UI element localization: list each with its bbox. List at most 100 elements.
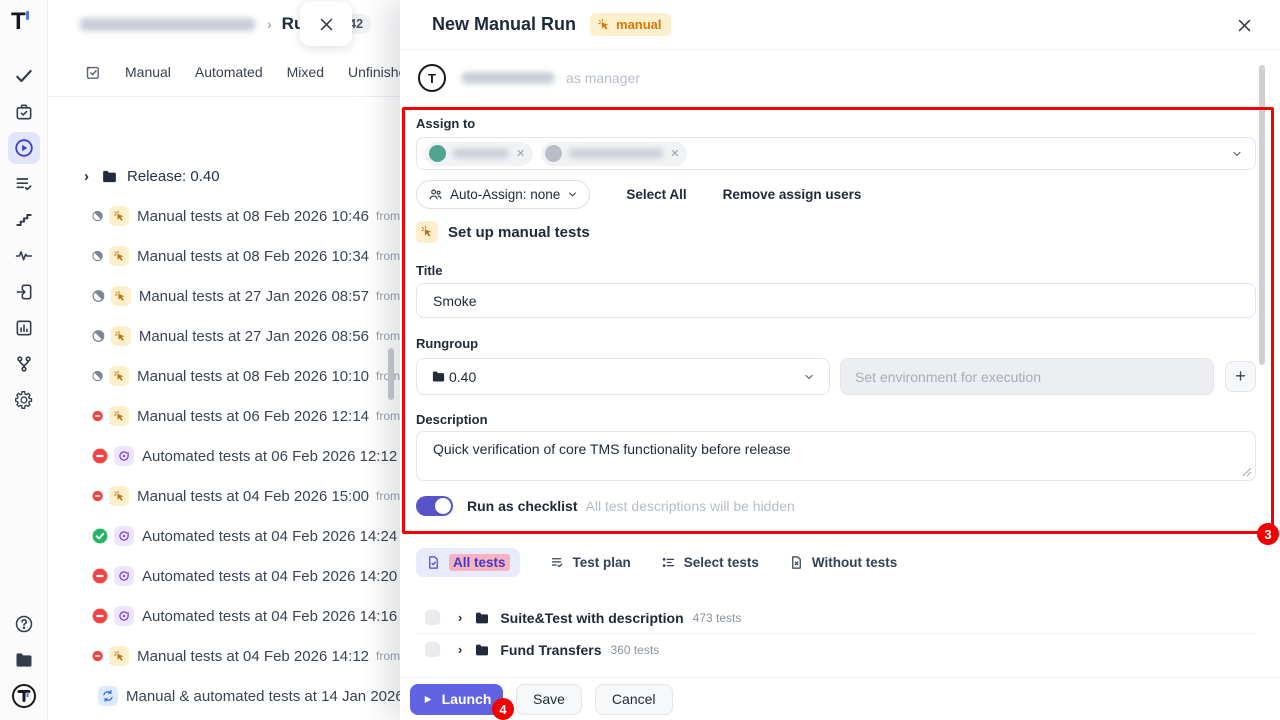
assignee-chip[interactable]: ✕ bbox=[541, 142, 687, 166]
gear-icon[interactable] bbox=[8, 384, 40, 416]
environment-placeholder: Set environment for execution bbox=[855, 369, 1041, 385]
modal-scrollbar[interactable] bbox=[1259, 65, 1265, 365]
tests-tree: ›Suite&Test with description473 tests›Fu… bbox=[416, 602, 1256, 665]
logo-accent bbox=[26, 11, 29, 20]
check-icon[interactable] bbox=[8, 60, 40, 92]
resize-handle-icon[interactable] bbox=[1242, 467, 1252, 477]
modal-close-button[interactable] bbox=[1234, 15, 1254, 35]
rungroup-select[interactable]: 0.40 bbox=[416, 358, 830, 395]
task-bag-check-icon[interactable] bbox=[8, 96, 40, 128]
failed-status-icon bbox=[92, 608, 108, 624]
tab-select-tests[interactable]: Select tests bbox=[661, 555, 759, 570]
breadcrumb-separator: › bbox=[267, 16, 272, 32]
run-row[interactable]: Automated tests at 06 Feb 2026 12:12 bbox=[48, 436, 400, 476]
assignee-chip[interactable]: ✕ bbox=[425, 142, 533, 166]
checklist-label: Run as checklist bbox=[467, 498, 578, 514]
description-textarea[interactable]: Quick verification of core TMS functiona… bbox=[416, 431, 1256, 481]
bar-chart-icon[interactable] bbox=[8, 312, 40, 344]
run-row[interactable]: Manual tests at 08 Feb 2026 10:46from bbox=[48, 196, 400, 236]
remove-chip-icon[interactable]: ✕ bbox=[516, 147, 525, 160]
manual-cursor-icon bbox=[597, 18, 611, 32]
run-type-icon bbox=[109, 406, 129, 426]
chevron-down-icon bbox=[1231, 148, 1243, 160]
git-branch-icon[interactable] bbox=[8, 348, 40, 380]
save-label: Save bbox=[533, 691, 565, 707]
cancel-button[interactable]: Cancel bbox=[595, 684, 673, 715]
rungroup-label: Rungroup bbox=[416, 336, 478, 351]
remove-assign-users-button[interactable]: Remove assign users bbox=[723, 187, 862, 202]
help-circle-icon[interactable] bbox=[8, 608, 40, 640]
tab-unfinished[interactable]: Unfinished bbox=[348, 64, 400, 80]
logo-circle-icon[interactable] bbox=[8, 680, 40, 712]
owner-role-text: as manager bbox=[566, 70, 640, 86]
checklist-hint: All test descriptions will be hidden bbox=[586, 498, 795, 514]
automated-run-icon bbox=[117, 609, 131, 623]
select-runs-icon[interactable] bbox=[84, 64, 101, 81]
title-input[interactable]: Smoke bbox=[416, 283, 1256, 318]
run-row[interactable]: Manual tests at 27 Jan 2026 08:57from bbox=[48, 276, 400, 316]
run-type-icon bbox=[114, 526, 134, 546]
automated-run-icon bbox=[117, 569, 131, 583]
assign-to-select[interactable]: ✕ ✕ bbox=[416, 137, 1256, 170]
run-title: Manual & automated tests at 14 Jan 2026 bbox=[126, 688, 400, 705]
tab-mixed[interactable]: Mixed bbox=[287, 64, 324, 80]
left-rail: T bbox=[0, 0, 48, 720]
runs-scrollbar[interactable] bbox=[388, 348, 394, 400]
assignee-name-blurred bbox=[453, 149, 509, 158]
tab-all-tests[interactable]: All tests bbox=[416, 548, 520, 577]
run-title: Manual tests at 08 Feb 2026 10:34 bbox=[137, 248, 369, 265]
run-row[interactable]: Manual tests at 04 Feb 2026 15:00from bbox=[48, 476, 400, 516]
run-row[interactable]: Automated tests at 04 Feb 2026 14:24 bbox=[48, 516, 400, 556]
release-folder-row[interactable]: › Release: 0.40 bbox=[48, 156, 400, 196]
checklist-toggle[interactable] bbox=[416, 496, 453, 516]
folder-icon bbox=[431, 369, 446, 384]
tab-without-tests[interactable]: Without tests bbox=[789, 555, 897, 570]
description-value: Quick verification of core TMS functiona… bbox=[433, 441, 791, 457]
run-row[interactable]: Manual & automated tests at 14 Jan 2026 bbox=[48, 676, 400, 716]
run-type-icon bbox=[109, 246, 129, 266]
folder-icon bbox=[474, 610, 490, 626]
tab-test-plan[interactable]: Test plan bbox=[550, 555, 631, 570]
suite-checkbox[interactable] bbox=[425, 610, 440, 625]
list-check-icon[interactable] bbox=[8, 168, 40, 200]
run-title: Automated tests at 04 Feb 2026 14:20 bbox=[142, 568, 397, 585]
assign-actions-row: Auto-Assign: none Select All Remove assi… bbox=[416, 180, 861, 209]
auto-assign-button[interactable]: Auto-Assign: none bbox=[416, 180, 590, 209]
select-all-button[interactable]: Select All bbox=[626, 187, 686, 202]
failed-status-icon bbox=[92, 568, 108, 584]
panel-close-button[interactable] bbox=[300, 2, 352, 46]
chevron-right-icon[interactable]: › bbox=[458, 610, 462, 625]
suite-row[interactable]: ›Suite&Test with description473 tests bbox=[416, 602, 1256, 633]
run-meta-text: from bbox=[376, 649, 400, 663]
run-row[interactable]: Manual tests at 06 Feb 2026 12:14from bbox=[48, 396, 400, 436]
run-row[interactable]: Automated tests at 04 Feb 2026 14:16 bbox=[48, 596, 400, 636]
app-logo[interactable]: T bbox=[11, 8, 26, 36]
run-row[interactable]: Manual tests at 04 Feb 2026 14:12from bbox=[48, 636, 400, 676]
chevron-right-icon[interactable]: › bbox=[84, 168, 89, 185]
release-folder-label: Release: 0.40 bbox=[127, 168, 220, 185]
run-row[interactable]: Manual tests at 08 Feb 2026 10:34from bbox=[48, 236, 400, 276]
add-environment-button[interactable]: + bbox=[1225, 361, 1256, 392]
play-circle-icon[interactable] bbox=[8, 132, 40, 164]
suite-row[interactable]: ›Fund Transfers360 tests bbox=[416, 634, 1256, 665]
save-button[interactable]: Save bbox=[516, 684, 582, 715]
remove-chip-icon[interactable]: ✕ bbox=[670, 147, 679, 160]
automated-run-icon bbox=[117, 529, 131, 543]
steps-icon[interactable] bbox=[8, 204, 40, 236]
chevron-right-icon[interactable]: › bbox=[458, 642, 462, 657]
manual-run-icon bbox=[113, 250, 126, 263]
run-row[interactable]: Manual tests at 27 Jan 2026 08:56from bbox=[48, 316, 400, 356]
pulse-icon[interactable] bbox=[8, 240, 40, 272]
import-box-icon[interactable] bbox=[8, 276, 40, 308]
folder-icon[interactable] bbox=[8, 644, 40, 676]
run-row[interactable]: Automated tests at 04 Feb 2026 14:20 bbox=[48, 556, 400, 596]
suite-checkbox[interactable] bbox=[425, 642, 440, 657]
manual-run-icon bbox=[113, 370, 126, 383]
project-name-blurred[interactable] bbox=[80, 18, 255, 31]
environment-input[interactable]: Set environment for execution bbox=[840, 358, 1214, 395]
launch-button[interactable]: Launch bbox=[410, 684, 503, 715]
close-icon bbox=[1236, 17, 1253, 34]
run-row[interactable]: Manual tests at 08 Feb 2026 10:10from bbox=[48, 356, 400, 396]
tab-manual[interactable]: Manual bbox=[125, 64, 171, 80]
tab-automated[interactable]: Automated bbox=[195, 64, 263, 80]
